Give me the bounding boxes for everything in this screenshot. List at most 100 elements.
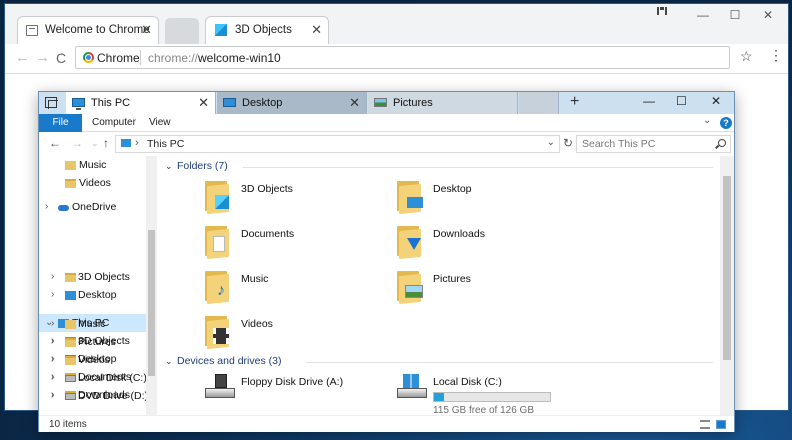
omnibox-url: chrome://welcome-win10 (148, 51, 281, 65)
omnibox-origin: Chrome (97, 51, 140, 65)
large-icons-view-icon[interactable] (716, 420, 726, 429)
ribbon-tab-computer[interactable]: Computer (92, 114, 136, 132)
folders-group-header[interactable]: Folders (7) (177, 160, 228, 172)
drive-tile-local-disk[interactable]: Local Disk (C:) 115 GB free of 126 GB (397, 370, 597, 415)
chrome-tab-title: Welcome to Chrome (45, 24, 150, 36)
dvd-drive-icon (65, 393, 76, 400)
back-button[interactable]: ← (49, 136, 61, 150)
chevron-right-icon[interactable]: › (51, 387, 54, 405)
folder-tile-3d-objects[interactable]: 3D Objects (205, 177, 395, 217)
help-icon[interactable]: ? (720, 117, 732, 129)
omnibox[interactable]: Chrome chrome://welcome-win10 (75, 46, 730, 69)
back-button[interactable]: ← (15, 49, 30, 67)
address-bar[interactable]: › This PC ⌄ (115, 135, 560, 153)
ribbon-tab-file[interactable]: File (39, 114, 82, 132)
folder-tile-videos[interactable]: Videos (205, 312, 395, 352)
search-placeholder: Search This PC (582, 138, 656, 150)
close-window-button[interactable]: ✕ (711, 94, 721, 108)
folder-icon (397, 181, 425, 215)
chrome-tab-3d-objects[interactable]: 3D Objects ✕ (205, 16, 329, 44)
profile-icon[interactable] (657, 7, 667, 15)
folder-name: Documents (241, 228, 295, 240)
minimize-button[interactable]: — (685, 4, 721, 28)
menu-icon[interactable]: ⋮ (769, 48, 783, 62)
chevron-right-icon[interactable]: › (51, 333, 54, 351)
drive-tile-floppy[interactable]: Floppy Disk Drive (A:) (205, 370, 395, 410)
folder-tile-desktop[interactable]: Desktop (397, 177, 587, 217)
chevron-down-icon[interactable]: ⌄ (91, 138, 99, 149)
address-location: This PC (147, 138, 185, 150)
search-icon (718, 139, 726, 147)
chevron-right-icon[interactable]: › (51, 369, 54, 387)
ribbon-tabs: File Computer View ⌄ ? (39, 114, 734, 132)
folder-tile-music[interactable]: ♪ Music (205, 267, 395, 307)
chevron-right-icon[interactable]: › (51, 351, 54, 369)
sidebar-item-label: Videos (78, 354, 110, 366)
forward-button[interactable]: → (35, 49, 50, 67)
group-divider (306, 362, 713, 363)
local-disk-icon (397, 374, 429, 402)
chrome-new-tab-button[interactable] (165, 18, 199, 44)
minimize-button[interactable]: — (643, 94, 655, 108)
chrome-toolbar: ← → C Chrome chrome://welcome-win10 ☆ ⋮ (5, 44, 788, 74)
nav-scrollbar-thumb[interactable] (148, 230, 155, 376)
sidebar-item-label: DVD Drive (D:) C (78, 390, 146, 402)
explorer-tab-this-pc[interactable]: This PC ✕ (66, 92, 216, 114)
status-bar: 10 items (39, 415, 734, 432)
folder-tile-pictures[interactable]: Pictures (397, 267, 587, 307)
search-input[interactable]: Search This PC (576, 135, 731, 153)
close-window-button[interactable]: ✕ (750, 4, 786, 28)
page-icon (26, 25, 38, 36)
pc-icon (121, 139, 131, 147)
chevron-down-icon[interactable]: ⌄ (547, 137, 555, 148)
folder-name: Desktop (433, 183, 472, 195)
disk-free-space: 115 GB free of 126 GB (433, 405, 534, 415)
maximize-button[interactable]: ☐ (717, 4, 753, 28)
chevron-right-icon[interactable]: › (51, 315, 54, 333)
reload-button[interactable]: C (56, 49, 66, 67)
forward-button[interactable]: → (71, 136, 83, 150)
chrome-logo-icon (83, 52, 94, 63)
address-bar-row: ← → ⌄ ↑ › This PC ⌄ ↻ Search This PC (39, 132, 734, 156)
close-icon[interactable]: ✕ (349, 95, 360, 111)
pictures-icon (65, 338, 76, 347)
url-scheme: chrome:// (148, 51, 199, 65)
up-button[interactable]: ↑ (103, 136, 109, 150)
chevron-down-icon[interactable]: ⌄ (165, 161, 173, 172)
explorer-tab-blank[interactable] (519, 92, 559, 114)
explorer-tab-pictures[interactable]: Pictures (368, 92, 518, 114)
chrome-tab-welcome[interactable]: Welcome to Chrome ✕ (17, 16, 159, 44)
refresh-icon[interactable]: ↻ (563, 136, 573, 150)
star-icon[interactable]: ☆ (740, 48, 753, 65)
chevron-down-icon[interactable]: ⌄ (165, 356, 173, 367)
folder-tile-downloads[interactable]: Downloads (397, 222, 587, 262)
folder-name: Pictures (433, 273, 471, 285)
sidebar-item-label: Local Disk (C:) (78, 372, 146, 384)
3d-objects-icon (215, 24, 227, 36)
chevron-right-icon[interactable]: › (135, 137, 139, 149)
window-switcher-icon[interactable] (45, 97, 58, 109)
folder-icon (65, 356, 76, 365)
chevron-down-icon[interactable]: ⌄ (703, 115, 711, 126)
url-path: welcome-win10 (198, 51, 281, 65)
folder-icon (205, 226, 233, 260)
pictures-icon (374, 98, 387, 107)
folder-name: Music (241, 273, 269, 285)
content-scrollbar-thumb[interactable] (723, 176, 731, 360)
pc-icon (72, 98, 85, 110)
ribbon-tab-view[interactable]: View (149, 114, 171, 132)
maximize-button[interactable]: ☐ (676, 94, 687, 108)
plus-icon[interactable]: + (570, 93, 579, 111)
folder-name: Downloads (433, 228, 485, 240)
explorer-tab-title: Desktop (242, 97, 283, 109)
sidebar-item-label: Music (78, 318, 106, 330)
item-count: 10 items (49, 419, 87, 430)
folder-tile-documents[interactable]: Documents (205, 222, 395, 262)
explorer-tab-desktop[interactable]: Desktop ✕ (217, 92, 367, 114)
folder-icon (205, 181, 233, 215)
close-icon[interactable]: ✕ (198, 95, 209, 111)
close-icon[interactable]: ✕ (311, 22, 322, 38)
close-icon[interactable]: ✕ (141, 22, 152, 38)
details-view-icon[interactable] (700, 420, 710, 429)
drives-group-header[interactable]: Devices and drives (3) (177, 355, 281, 367)
